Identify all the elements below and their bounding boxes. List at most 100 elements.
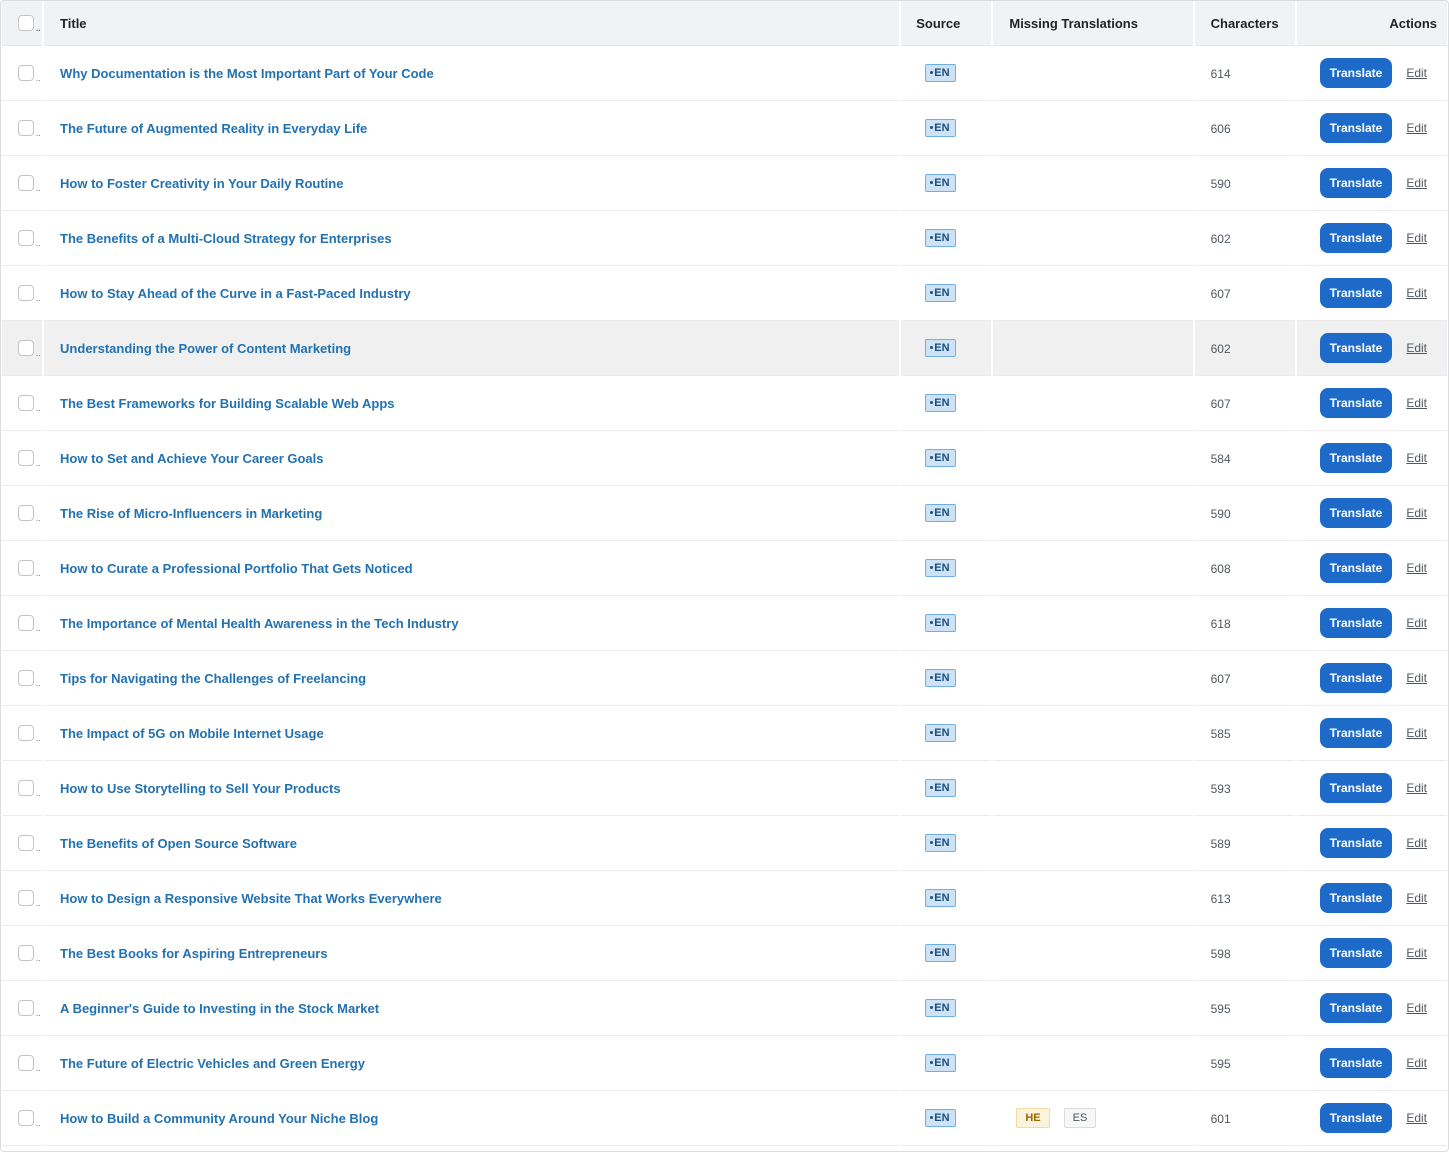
post-title-link[interactable]: Tips for Navigating the Challenges of Fr… bbox=[60, 671, 366, 686]
edit-link[interactable]: Edit bbox=[1406, 891, 1427, 905]
edit-link[interactable]: Edit bbox=[1406, 231, 1427, 245]
translate-button[interactable]: Translate bbox=[1319, 113, 1393, 143]
row-checkbox[interactable] bbox=[18, 1055, 34, 1071]
row-checkbox[interactable] bbox=[18, 230, 34, 246]
header-characters[interactable]: Characters bbox=[1194, 1, 1295, 46]
translate-button[interactable]: Translate bbox=[1319, 58, 1393, 88]
post-title-link[interactable]: The Benefits of a Multi-Cloud Strategy f… bbox=[60, 231, 392, 246]
translate-button[interactable]: Translate bbox=[1319, 608, 1393, 638]
translate-button[interactable]: Translate bbox=[1319, 498, 1393, 528]
post-title-link[interactable]: How to Use Storytelling to Sell Your Pro… bbox=[60, 781, 341, 796]
post-title-link[interactable]: The Rise of Micro-Influencers in Marketi… bbox=[60, 506, 322, 521]
row-checkbox[interactable] bbox=[18, 1000, 34, 1016]
header-source[interactable]: Source bbox=[901, 1, 992, 46]
row-checkbox[interactable] bbox=[18, 725, 34, 741]
translate-button[interactable]: Translate bbox=[1319, 883, 1393, 913]
edit-link[interactable]: Edit bbox=[1406, 341, 1427, 355]
row-checkbox[interactable] bbox=[18, 670, 34, 686]
row-checkbox[interactable] bbox=[18, 780, 34, 796]
post-title-link[interactable]: Understanding the Power of Content Marke… bbox=[60, 341, 351, 356]
header-missing-translations[interactable]: Missing Translations bbox=[993, 1, 1193, 46]
translate-button[interactable]: Translate bbox=[1319, 993, 1393, 1023]
edit-link[interactable]: Edit bbox=[1406, 561, 1427, 575]
post-title-link[interactable]: How to Curate a Professional Portfolio T… bbox=[60, 561, 413, 576]
row-checkbox[interactable] bbox=[18, 285, 34, 301]
post-title-link[interactable]: The Future of Electric Vehicles and Gree… bbox=[60, 1056, 365, 1071]
translate-button[interactable]: Translate bbox=[1319, 773, 1393, 803]
post-title-link[interactable]: How to Set and Achieve Your Career Goals bbox=[60, 451, 323, 466]
table-row: .. How to Build a Community Around Your … bbox=[2, 1091, 1447, 1146]
translate-button[interactable]: Translate bbox=[1319, 388, 1393, 418]
edit-link[interactable]: Edit bbox=[1406, 176, 1427, 190]
table-row: .. The Importance of Mental Health Aware… bbox=[2, 596, 1447, 651]
translate-button[interactable]: Translate bbox=[1319, 1103, 1393, 1133]
translate-button[interactable]: Translate bbox=[1319, 718, 1393, 748]
source-dot-icon bbox=[930, 400, 934, 404]
translate-button[interactable]: Translate bbox=[1319, 828, 1393, 858]
row-checkbox[interactable] bbox=[18, 1110, 34, 1126]
row-checkbox[interactable] bbox=[18, 450, 34, 466]
edit-link[interactable]: Edit bbox=[1406, 726, 1427, 740]
post-title-link[interactable]: A Beginner's Guide to Investing in the S… bbox=[60, 1001, 379, 1016]
row-checkbox[interactable] bbox=[18, 65, 34, 81]
edit-link[interactable]: Edit bbox=[1406, 946, 1427, 960]
post-title-link[interactable]: The Future of Augmented Reality in Every… bbox=[60, 121, 367, 136]
translate-button[interactable]: Translate bbox=[1319, 223, 1393, 253]
edit-link[interactable]: Edit bbox=[1406, 1056, 1427, 1070]
row-select-cell: .. bbox=[2, 1036, 43, 1091]
actions-cell: Translate Edit bbox=[1296, 816, 1447, 871]
row-checkbox[interactable] bbox=[18, 505, 34, 521]
table-row: .. The Benefits of Open Source Software … bbox=[2, 816, 1447, 871]
row-checkbox[interactable] bbox=[18, 395, 34, 411]
post-title-link[interactable]: The Best Books for Aspiring Entrepreneur… bbox=[60, 946, 328, 961]
post-title-link[interactable]: How to Build a Community Around Your Nic… bbox=[60, 1111, 378, 1126]
post-title-link[interactable]: How to Stay Ahead of the Curve in a Fast… bbox=[60, 286, 411, 301]
table-row: .. The Future of Augmented Reality in Ev… bbox=[2, 101, 1447, 156]
row-checkbox[interactable] bbox=[18, 835, 34, 851]
translate-button[interactable]: Translate bbox=[1319, 168, 1393, 198]
translate-button[interactable]: Translate bbox=[1319, 553, 1393, 583]
post-title-link[interactable]: Why Documentation is the Most Important … bbox=[60, 66, 434, 81]
post-title-link[interactable]: The Benefits of Open Source Software bbox=[60, 836, 297, 851]
edit-link[interactable]: Edit bbox=[1406, 1111, 1427, 1125]
row-checkbox[interactable] bbox=[18, 340, 34, 356]
translate-button[interactable]: Translate bbox=[1319, 1048, 1393, 1078]
post-title-link[interactable]: How to Design a Responsive Website That … bbox=[60, 891, 442, 906]
edit-link[interactable]: Edit bbox=[1406, 121, 1427, 135]
post-title-link[interactable]: The Importance of Mental Health Awarenes… bbox=[60, 616, 459, 631]
row-select-cell: .. bbox=[2, 211, 43, 266]
row-checkbox[interactable] bbox=[18, 560, 34, 576]
post-title-link[interactable]: The Impact of 5G on Mobile Internet Usag… bbox=[60, 726, 324, 741]
edit-link[interactable]: Edit bbox=[1406, 451, 1427, 465]
edit-link[interactable]: Edit bbox=[1406, 286, 1427, 300]
truncation-dots: .. bbox=[36, 624, 41, 633]
row-select-cell: .. bbox=[2, 816, 43, 871]
source-cell: EN bbox=[901, 871, 992, 926]
row-checkbox[interactable] bbox=[18, 945, 34, 961]
edit-link[interactable]: Edit bbox=[1406, 66, 1427, 80]
translate-button[interactable]: Translate bbox=[1319, 278, 1393, 308]
row-checkbox[interactable] bbox=[18, 615, 34, 631]
edit-link[interactable]: Edit bbox=[1406, 781, 1427, 795]
edit-link[interactable]: Edit bbox=[1406, 616, 1427, 630]
post-title-link[interactable]: The Best Frameworks for Building Scalabl… bbox=[60, 396, 394, 411]
source-language-badge: EN bbox=[925, 1109, 956, 1127]
post-title-link[interactable]: How to Foster Creativity in Your Daily R… bbox=[60, 176, 343, 191]
edit-link[interactable]: Edit bbox=[1406, 506, 1427, 520]
source-language-badge: EN bbox=[925, 504, 956, 522]
translate-button[interactable]: Translate bbox=[1319, 663, 1393, 693]
edit-link[interactable]: Edit bbox=[1406, 396, 1427, 410]
select-all-checkbox[interactable] bbox=[18, 15, 34, 31]
edit-link[interactable]: Edit bbox=[1406, 1001, 1427, 1015]
translate-button[interactable]: Translate bbox=[1319, 443, 1393, 473]
edit-link[interactable]: Edit bbox=[1406, 671, 1427, 685]
row-checkbox[interactable] bbox=[18, 175, 34, 191]
truncation-dots: .. bbox=[36, 129, 41, 138]
characters-cell: 607 bbox=[1194, 266, 1295, 321]
edit-link[interactable]: Edit bbox=[1406, 836, 1427, 850]
translate-button[interactable]: Translate bbox=[1319, 938, 1393, 968]
row-checkbox[interactable] bbox=[18, 890, 34, 906]
header-title[interactable]: Title bbox=[44, 1, 900, 46]
translate-button[interactable]: Translate bbox=[1319, 333, 1393, 363]
row-checkbox[interactable] bbox=[18, 120, 34, 136]
